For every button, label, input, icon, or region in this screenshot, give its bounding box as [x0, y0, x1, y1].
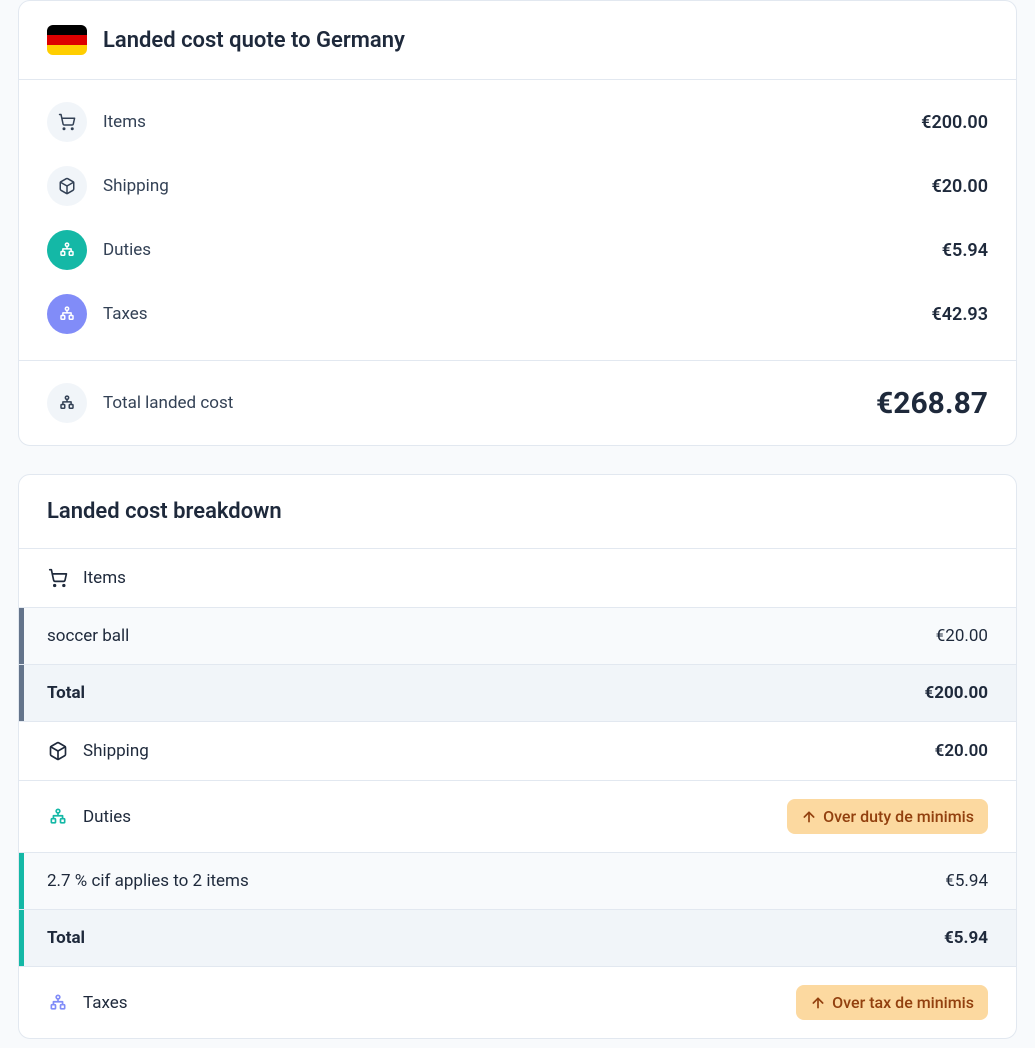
quote-header: Landed cost quote to Germany [19, 1, 1016, 80]
total-label: Total landed cost [103, 393, 876, 413]
summary-row-shipping: Shipping €20.00 [47, 154, 988, 218]
breakdown-taxes-header: Taxes Over tax de minimis [19, 967, 1016, 1038]
duties-label: Duties [103, 240, 942, 260]
duties-icon [47, 806, 69, 828]
item-value: €20.00 [936, 626, 988, 646]
shipping-label: Shipping [103, 176, 931, 196]
items-value: €200.00 [921, 112, 988, 133]
taxes-de-minimis-badge: Over tax de minimis [796, 985, 988, 1020]
breakdown-items-header: Items [19, 549, 1016, 608]
summary-row-items: Items €200.00 [47, 90, 988, 154]
taxes-icon [47, 992, 69, 1014]
breakdown-duties-total-row: Total €5.94 [19, 910, 1016, 967]
duties-detail: 2.7 % cif applies to 2 items [47, 871, 945, 891]
arrow-up-icon [810, 995, 826, 1011]
duties-de-minimis-badge: Over duty de minimis [787, 799, 988, 834]
summary-row-duties: Duties €5.94 [47, 218, 988, 282]
duties-icon [47, 230, 87, 270]
duties-badge-text: Over duty de minimis [823, 807, 974, 826]
germany-flag-icon [47, 25, 87, 55]
item-name: soccer ball [47, 626, 936, 646]
duties-detail-value: €5.94 [945, 871, 988, 891]
breakdown-card: Landed cost breakdown Items soccer ball … [18, 474, 1017, 1039]
duties-total-value: €5.94 [944, 928, 988, 948]
taxes-label: Taxes [103, 304, 931, 324]
quote-title: Landed cost quote to Germany [103, 28, 405, 53]
taxes-value: €42.93 [931, 304, 988, 325]
shipping-value-bd: €20.00 [935, 741, 988, 761]
breakdown-duties-header: Duties Over duty de minimis [19, 781, 1016, 853]
total-value: €268.87 [876, 386, 988, 421]
total-section: Total landed cost €268.87 [19, 360, 1016, 445]
breakdown-items-total-row: Total €200.00 [19, 665, 1016, 722]
duties-label-bd: Duties [83, 807, 773, 827]
taxes-badge-text: Over tax de minimis [832, 993, 974, 1012]
items-total-value: €200.00 [925, 683, 988, 703]
summary-row-taxes: Taxes €42.93 [47, 282, 988, 346]
taxes-label-bd: Taxes [83, 993, 782, 1013]
items-label: Items [103, 112, 921, 132]
arrow-up-icon [801, 809, 817, 825]
box-icon [47, 166, 87, 206]
breakdown-header: Landed cost breakdown [19, 475, 1016, 549]
cart-icon [47, 567, 69, 589]
breakdown-duties-detail-row: 2.7 % cif applies to 2 items €5.94 [19, 853, 1016, 910]
box-icon [47, 740, 69, 762]
breakdown-item-row: soccer ball €20.00 [19, 608, 1016, 665]
shipping-label-bd: Shipping [83, 741, 921, 761]
duties-value: €5.94 [942, 240, 988, 261]
quote-summary: Items €200.00 Shipping €20.00 Duties €5.… [19, 80, 1016, 360]
cart-icon [47, 102, 87, 142]
total-icon [47, 383, 87, 423]
items-section-label: Items [83, 568, 988, 588]
breakdown-shipping-row: Shipping €20.00 [19, 722, 1016, 781]
items-total-label: Total [47, 683, 925, 703]
duties-total-label: Total [47, 928, 944, 948]
breakdown-title: Landed cost breakdown [47, 499, 988, 524]
taxes-icon [47, 294, 87, 334]
quote-card: Landed cost quote to Germany Items €200.… [18, 0, 1017, 446]
shipping-value: €20.00 [931, 176, 988, 197]
